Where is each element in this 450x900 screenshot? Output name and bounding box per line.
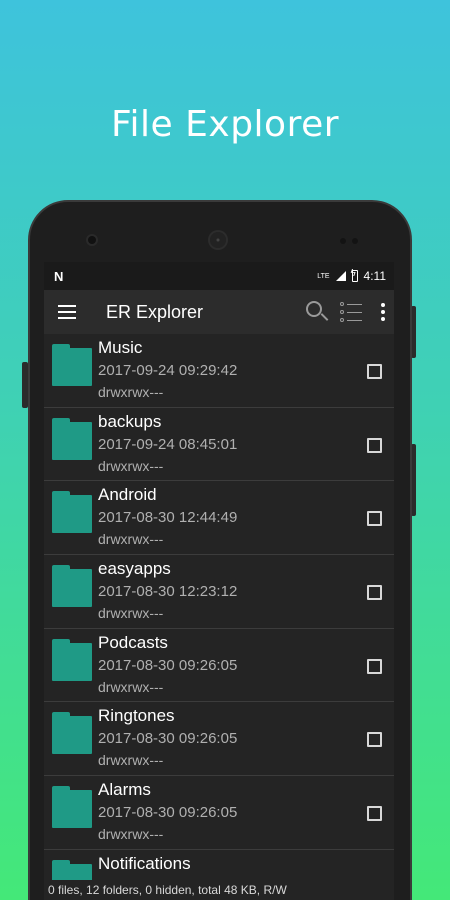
file-permissions: drwxrwx---	[98, 457, 164, 474]
file-row-podcasts[interactable]: Podcasts 2017-08-30 09:26:05 drwxrwx---	[44, 628, 394, 703]
list-view-icon[interactable]	[340, 302, 362, 322]
status-time: 4:11	[363, 269, 386, 283]
file-name: Podcasts	[98, 632, 168, 652]
file-name: Android	[98, 485, 157, 505]
phone-screen: N LTE 4:11 ER Explorer Music 2017-09-24 …	[44, 262, 394, 900]
select-checkbox[interactable]	[367, 806, 382, 822]
select-checkbox[interactable]	[367, 437, 382, 453]
front-camera	[88, 236, 96, 244]
notification-n-icon: N	[54, 268, 64, 284]
app-bar: ER Explorer	[44, 290, 394, 334]
file-date: 2017-08-30 09:26:05	[98, 804, 238, 822]
file-date: 2017-09-24 09:29:42	[98, 362, 238, 379]
file-row-easyapps[interactable]: easyapps 2017-08-30 12:23:12 drwxrwx---	[44, 555, 394, 629]
lte-indicator: LTE	[317, 272, 330, 280]
file-name: easyapps	[98, 559, 171, 579]
folder-icon	[52, 491, 92, 534]
file-name: Notifications	[98, 853, 191, 873]
status-indicators: LTE 4:11	[317, 268, 386, 283]
select-checkbox[interactable]	[367, 364, 382, 379]
signal-icon	[335, 271, 346, 281]
select-checkbox[interactable]	[367, 511, 382, 527]
folder-icon	[52, 786, 92, 829]
search-icon[interactable]	[306, 301, 329, 323]
storage-summary: 0 files, 12 folders, 0 hidden, total 48 …	[44, 880, 394, 900]
file-name: Ringtones	[98, 706, 175, 726]
file-row-ringtones[interactable]: Ringtones 2017-08-30 09:26:05 drwxrwx---	[44, 702, 394, 777]
file-date: 2017-08-30 12:23:12	[98, 583, 238, 601]
folder-icon	[52, 344, 92, 386]
folder-icon	[52, 638, 92, 681]
file-date: 2017-08-30 09:26:05	[98, 730, 238, 748]
proximity-sensor	[340, 238, 346, 244]
select-checkbox[interactable]	[367, 585, 382, 601]
file-permissions: drwxrwx---	[98, 678, 164, 695]
file-date: 2017-09-24 08:45:01	[98, 435, 238, 453]
file-row-android[interactable]: Android 2017-08-30 12:44:49 drwxrwx---	[44, 481, 394, 556]
file-date: 2017-08-30 12:44:49	[98, 509, 238, 527]
light-sensor	[352, 238, 358, 244]
file-row-alarms[interactable]: Alarms 2017-08-30 09:26:05 drwxrwx---	[44, 776, 394, 850]
earpiece-speaker	[210, 232, 226, 248]
file-row-music[interactable]: Music 2017-09-24 09:29:42 drwxrwx---	[44, 334, 394, 408]
file-name: Alarms	[98, 780, 151, 800]
file-date: 2017-08-30 09:26:05	[98, 656, 238, 674]
status-bar: N LTE 4:11	[44, 262, 394, 290]
promo-title: File Explorer	[110, 104, 340, 145]
battery-charging-icon	[351, 268, 358, 282]
file-name: backups	[98, 411, 162, 431]
select-checkbox[interactable]	[367, 732, 382, 748]
file-permissions: drwxrwx---	[98, 752, 164, 769]
file-row-backups[interactable]: backups 2017-09-24 08:45:01 drwxrwx---	[44, 407, 394, 482]
hamburger-menu-icon[interactable]	[58, 305, 76, 319]
folder-icon	[52, 417, 92, 460]
file-list: Music 2017-09-24 09:29:42 drwxrwx--- bac…	[44, 334, 394, 900]
select-checkbox[interactable]	[367, 658, 382, 674]
file-permissions: drwxrwx---	[98, 384, 164, 400]
file-permissions: drwxrwx---	[98, 531, 164, 548]
file-permissions: drwxrwx---	[98, 605, 164, 622]
file-permissions: drwxrwx---	[98, 826, 164, 843]
folder-icon	[52, 712, 92, 755]
overflow-menu-icon[interactable]	[380, 303, 386, 321]
file-name: Music	[98, 338, 143, 357]
folder-icon	[52, 565, 92, 608]
app-title: ER Explorer	[106, 301, 204, 322]
